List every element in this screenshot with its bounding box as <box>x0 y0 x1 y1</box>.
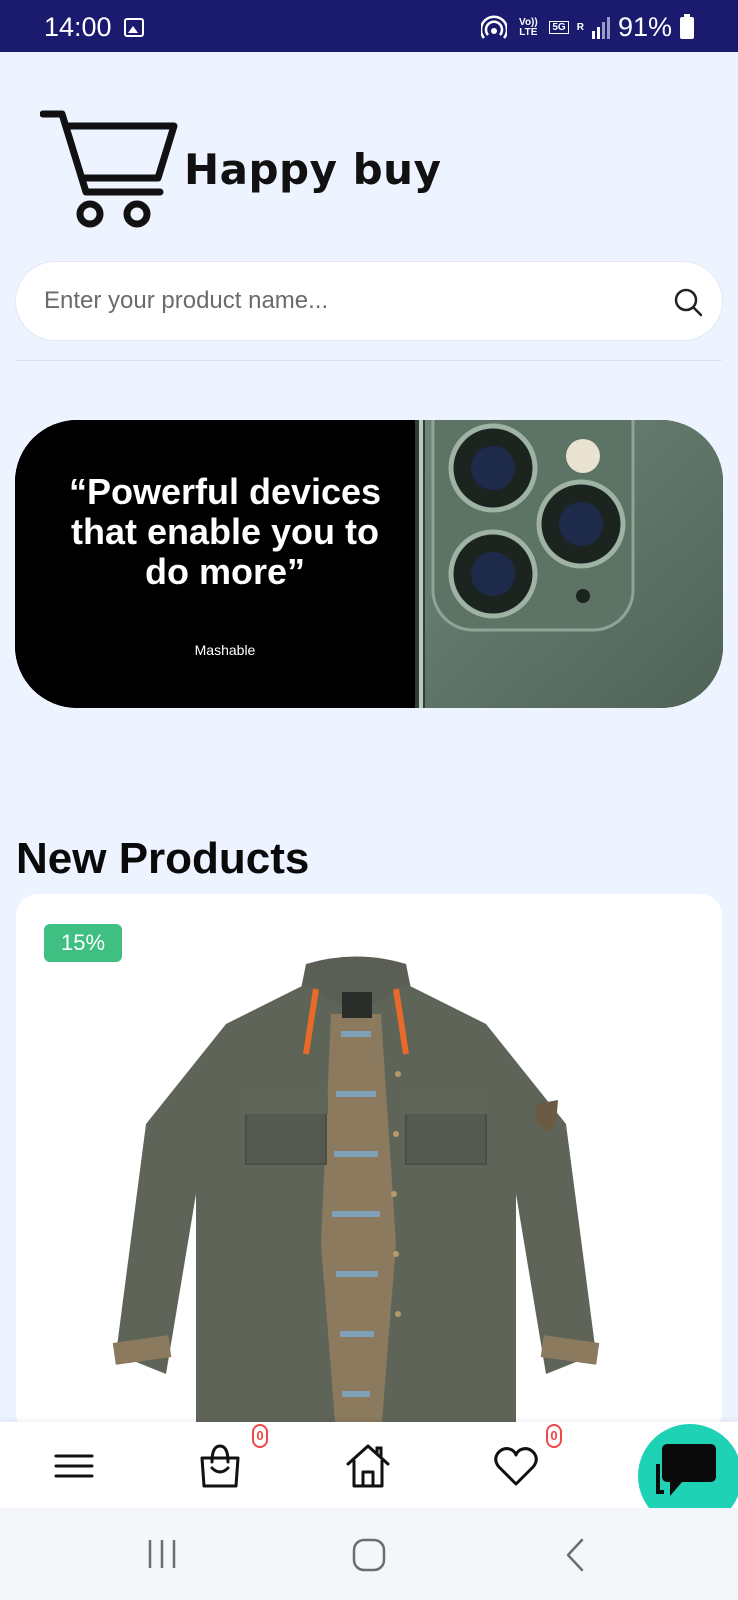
network-type: 5G <box>549 21 569 34</box>
search-icon[interactable] <box>672 286 704 318</box>
back-icon[interactable] <box>564 1538 586 1572</box>
brand-name: Happy buy <box>184 145 442 194</box>
promo-banner[interactable]: “Powerful devices that enable you to do … <box>15 420 723 708</box>
status-bar: 14:00 Vo)) LTE 5G R 91% <box>0 0 738 52</box>
product-image[interactable] <box>96 944 616 1434</box>
cart-count-badge: 0 <box>252 1424 268 1448</box>
chat-icon <box>656 1444 716 1496</box>
volte-indicator: Vo)) LTE <box>519 16 538 38</box>
battery-level: 91% <box>617 12 672 42</box>
system-navigation-bar <box>0 1508 738 1600</box>
hotspot-icon <box>481 14 508 39</box>
heart-icon[interactable] <box>492 1442 540 1490</box>
home-button-icon[interactable] <box>352 1538 386 1572</box>
banner-quote-panel: “Powerful devices that enable you to do … <box>15 420 415 708</box>
banner-quote: “Powerful devices that enable you to do … <box>68 471 382 592</box>
recent-apps-icon[interactable] <box>146 1538 178 1570</box>
product-card[interactable]: 15% <box>16 894 722 1434</box>
search-bar[interactable] <box>16 262 722 340</box>
gallery-notification-icon <box>124 18 144 37</box>
battery-icon <box>680 13 694 39</box>
bottom-navigation: 0 0 <box>0 1422 738 1508</box>
shopping-bag-icon[interactable] <box>196 1442 244 1490</box>
status-time: 14:00 <box>44 12 112 42</box>
new-products-title: New Products <box>16 834 310 883</box>
banner-source: Mashable <box>194 642 256 658</box>
status-indicators: Vo)) LTE 5G R 91% <box>481 12 694 43</box>
home-icon[interactable] <box>344 1442 392 1490</box>
wishlist-count-badge: 0 <box>546 1424 562 1448</box>
search-divider <box>16 360 722 361</box>
menu-icon[interactable] <box>50 1442 98 1490</box>
roaming-indicator: R <box>576 21 584 33</box>
phone-camera-image <box>415 420 723 708</box>
signal-icon <box>591 16 610 39</box>
search-input[interactable] <box>44 280 644 322</box>
